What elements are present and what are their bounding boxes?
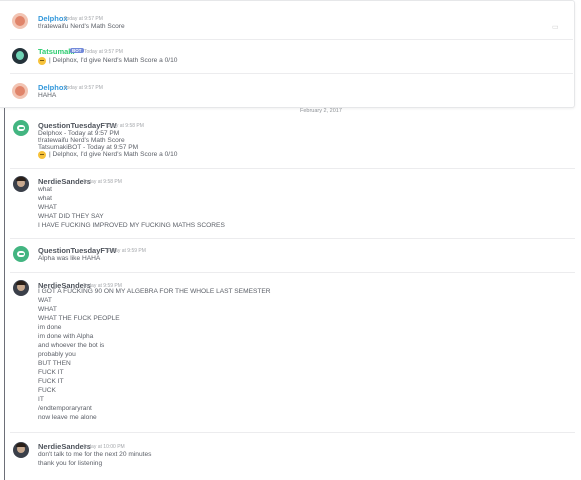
- timestamp: Today at 9:57 PM: [84, 49, 123, 55]
- thinking-emoji-icon: [38, 57, 46, 65]
- timestamp: Today at 9:59 PM: [107, 248, 146, 254]
- message-text: Alpha was like HAHA: [38, 255, 101, 262]
- message-text: don't talk to me for the next 20 minutes: [38, 451, 152, 458]
- bot-tag: BOT: [70, 48, 84, 53]
- message-text: FUCK: [38, 387, 56, 394]
- nerdiesanders-avatar[interactable]: [13, 442, 29, 458]
- divider: [10, 432, 575, 433]
- edit-icon[interactable]: ▭: [552, 23, 559, 31]
- message-text: and whoever the bot is: [38, 342, 105, 349]
- divider: [10, 168, 575, 169]
- author-name[interactable]: Tatsumaki: [38, 47, 75, 56]
- timestamp: Today at 9:57 PM: [64, 85, 103, 91]
- questiontuesdayftw-avatar[interactable]: [13, 120, 29, 136]
- message-text: im done with Alpha: [38, 333, 94, 340]
- delphox-avatar[interactable]: [12, 83, 28, 99]
- message-text: WHAT: [38, 306, 57, 313]
- message-text: BUT THEN: [38, 360, 71, 367]
- quote-bar: [4, 108, 5, 480]
- message-text: WHAT DID THEY SAY: [38, 213, 104, 220]
- message-text: I HAVE FUCKING IMPROVED MY FUCKING MATHS…: [38, 222, 225, 229]
- message-text: I GOT A FUCKING 90 ON MY ALGEBRA FOR THE…: [38, 288, 271, 295]
- message-text: what: [38, 195, 52, 202]
- message-text: IT: [38, 396, 44, 403]
- message-text: now leave me alone: [38, 414, 97, 421]
- message-text: FUCK IT: [38, 369, 64, 376]
- message-text: thank you for listening: [38, 460, 103, 467]
- tatsumaki-avatar[interactable]: [12, 48, 28, 64]
- message-text: t!ratewaifu Nerd's Math Score: [38, 23, 125, 30]
- message-text: probably you: [38, 351, 76, 358]
- divider: [10, 272, 575, 273]
- message-text: /endtemporaryrant: [38, 405, 92, 412]
- message-text: | Delphox, I'd give Nerd's Math Score a …: [49, 151, 178, 158]
- message-text: what: [38, 186, 52, 193]
- quoted-messages-panel: Delphox Today at 9:57 PM t!ratewaifu Ner…: [0, 0, 575, 108]
- nerdiesanders-avatar[interactable]: [13, 280, 29, 296]
- message-text: WAT: [38, 297, 52, 304]
- message-text: FUCK IT: [38, 378, 64, 385]
- thinking-emoji-icon: [38, 151, 46, 159]
- questiontuesdayftw-avatar[interactable]: [13, 246, 29, 262]
- message-text: HAHA: [38, 92, 57, 99]
- delphox-avatar[interactable]: [12, 13, 28, 29]
- divider: [10, 39, 573, 40]
- divider: [10, 73, 573, 74]
- message-text: WHAT THE FUCK PEOPLE: [38, 315, 120, 322]
- message-text: | Delphox, I'd give Nerd's Math Score a …: [49, 57, 178, 64]
- date-divider: February 2, 2017: [300, 108, 342, 114]
- nerdiesanders-avatar[interactable]: [13, 176, 29, 192]
- divider: [10, 238, 575, 239]
- timestamp: Today at 9:58 PM: [83, 179, 122, 185]
- message-text: WHAT: [38, 204, 57, 211]
- message-text: im done: [38, 324, 62, 331]
